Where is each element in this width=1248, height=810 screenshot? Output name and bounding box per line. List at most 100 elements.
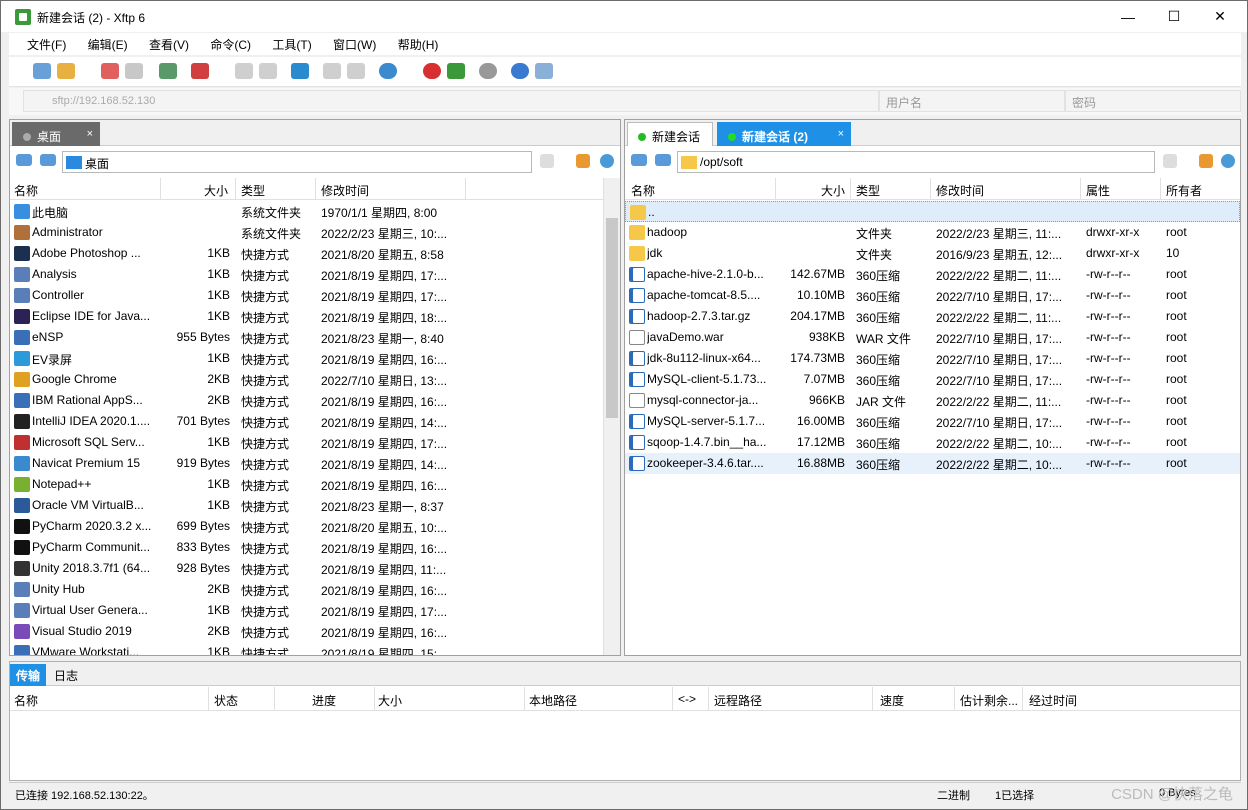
forward-arrow-icon[interactable] <box>40 154 56 166</box>
table-row[interactable]: eNSP 955 Bytes 快捷方式 2021/8/23 星期一, 8:40 <box>10 327 603 348</box>
tab-close-icon[interactable]: × <box>87 128 93 140</box>
menu-command[interactable]: 命令(C) <box>210 33 251 56</box>
scrollbar-thumb[interactable] <box>606 218 618 418</box>
tab-session-1[interactable]: 新建会话 <box>627 122 713 146</box>
properties-icon[interactable] <box>159 63 177 79</box>
refresh-icon[interactable] <box>1221 154 1235 168</box>
table-row[interactable]: Unity 2018.3.7f1 (64... 928 Bytes 快捷方式 2021… <box>10 558 603 579</box>
reconnect-icon[interactable] <box>125 63 143 79</box>
table-row[interactable]: MySQL-server-5.1.7... 16.00MB 360压缩 2022/7/… <box>625 411 1240 432</box>
transfer-icon[interactable] <box>191 63 209 79</box>
remote-path-input[interactable]: /opt/soft <box>677 151 1155 173</box>
menu-file[interactable]: 文件(F) <box>27 33 66 56</box>
disconnect-icon[interactable] <box>101 63 119 79</box>
table-row[interactable]: Adobe Photoshop ... 1KB 快捷方式 2021/8/20 星期五,… <box>10 243 603 264</box>
menu-help[interactable]: 帮助(H) <box>398 33 439 56</box>
table-row[interactable]: apache-tomcat-8.5.... 10.10MB 360压缩 2022/7/… <box>625 285 1240 306</box>
tab-close-icon[interactable]: × <box>838 128 844 140</box>
menu-window[interactable]: 窗口(W) <box>333 33 376 56</box>
col-size[interactable]: 大小 <box>204 182 228 199</box>
col-type[interactable]: 类型 <box>241 182 265 199</box>
back-arrow-icon[interactable] <box>16 154 32 166</box>
table-row[interactable]: zookeeper-3.4.6.tar.... 16.88MB 360压缩 2022/… <box>625 453 1240 474</box>
col-progress[interactable]: 进度 <box>312 692 336 709</box>
bookmark-star-icon[interactable] <box>1163 154 1177 168</box>
col-status[interactable]: 状态 <box>214 692 238 709</box>
home-icon[interactable] <box>1199 154 1213 168</box>
col-direction[interactable]: <-> <box>678 692 696 706</box>
minimize-button[interactable]: — <box>1105 1 1151 32</box>
table-row[interactable]: 此电脑 系统文件夹 1970/1/1 星期四, 8:00 <box>10 201 603 222</box>
help-icon[interactable] <box>511 63 529 79</box>
close-button[interactable]: ✕ <box>1197 1 1243 32</box>
table-row[interactable]: Microsoft SQL Serv... 1KB 快捷方式 2021/8/19 星期… <box>10 432 603 453</box>
col-owner[interactable]: 所有者 <box>1166 182 1202 199</box>
cut-icon[interactable] <box>323 63 341 79</box>
table-row[interactable]: PyCharm Communit... 833 Bytes 快捷方式 2021/8/1… <box>10 537 603 558</box>
table-row[interactable]: javaDemo.war 938KB WAR 文件 2022/7/10 星期日, 17… <box>625 327 1240 348</box>
chat-icon[interactable] <box>535 63 553 79</box>
table-row[interactable]: Analysis 1KB 快捷方式 2021/8/19 星期四, 17:... <box>10 264 603 285</box>
table-row[interactable]: Unity Hub 2KB 快捷方式 2021/8/19 星期四, 16:... <box>10 579 603 600</box>
table-row[interactable]: VMware Workstati... 1KB 快捷方式 2021/8/19 星期四,… <box>10 642 603 655</box>
local-path-input[interactable]: 桌面 <box>62 151 532 173</box>
col-elapsed[interactable]: 经过时间 <box>1029 692 1077 709</box>
col-speed[interactable]: 速度 <box>880 692 904 709</box>
home-icon[interactable] <box>576 154 590 168</box>
refresh-icon[interactable] <box>600 154 614 168</box>
tab-log[interactable]: 日志 <box>48 664 84 686</box>
xshell-icon[interactable] <box>423 63 441 79</box>
col-type[interactable]: 类型 <box>856 182 880 199</box>
table-row[interactable]: EV录屏 1KB 快捷方式 2021/8/19 星期四, 16:... <box>10 348 603 369</box>
bookmark-star-icon[interactable] <box>540 154 554 168</box>
table-row[interactable]: jdk 文件夹 2016/9/23 星期五, 12:... drwxr-xr-x 10 <box>625 243 1240 264</box>
delete-icon[interactable] <box>347 63 365 79</box>
col-name[interactable]: 名称 <box>14 692 38 709</box>
col-size[interactable]: 大小 <box>378 692 402 709</box>
copy-icon[interactable] <box>235 63 253 79</box>
col-remote-path[interactable]: 远程路径 <box>714 692 762 709</box>
table-row[interactable]: sqoop-1.4.7.bin__ha... 17.12MB 360压缩 2022/2… <box>625 432 1240 453</box>
menu-edit[interactable]: 编辑(E) <box>88 33 128 56</box>
tab-transfer[interactable]: 传输 <box>10 664 47 686</box>
table-row[interactable]: Visual Studio 2019 2KB 快捷方式 2021/8/19 星期四, … <box>10 621 603 642</box>
col-local-path[interactable]: 本地路径 <box>529 692 577 709</box>
table-row[interactable]: Notepad++ 1KB 快捷方式 2021/8/19 星期四, 16:... <box>10 474 603 495</box>
menu-tools[interactable]: 工具(T) <box>272 33 311 56</box>
forward-arrow-icon[interactable] <box>655 154 671 166</box>
tab-desktop[interactable]: 桌面 × <box>12 122 100 146</box>
col-name[interactable]: 名称 <box>14 182 38 199</box>
col-mtime[interactable]: 修改时间 <box>321 182 369 199</box>
open-folder-icon[interactable] <box>57 63 75 79</box>
menu-view[interactable]: 查看(V) <box>149 33 189 56</box>
table-row[interactable]: IntelliJ IDEA 2020.1.... 701 Bytes 快捷方式 202… <box>10 411 603 432</box>
col-attr[interactable]: 属性 <box>1086 182 1110 199</box>
tab-session-2[interactable]: 新建会话 (2) × <box>717 122 851 146</box>
host-address-input[interactable]: sftp://192.168.52.130 <box>23 90 879 112</box>
sync-icon[interactable] <box>291 63 309 79</box>
username-input[interactable]: 用户名 <box>879 90 1065 112</box>
table-row[interactable]: .. <box>625 201 1240 222</box>
table-row[interactable]: Google Chrome 2KB 快捷方式 2022/7/10 星期日, 13:..… <box>10 369 603 390</box>
paste-icon[interactable] <box>259 63 277 79</box>
col-name[interactable]: 名称 <box>631 182 655 199</box>
table-row[interactable]: Controller 1KB 快捷方式 2021/8/19 星期四, 17:... <box>10 285 603 306</box>
table-row[interactable]: MySQL-client-5.1.73... 7.07MB 360压缩 2022/7/… <box>625 369 1240 390</box>
back-arrow-icon[interactable] <box>631 154 647 166</box>
table-row[interactable]: mysql-connector-ja... 966KB JAR 文件 2022/2/2… <box>625 390 1240 411</box>
table-row[interactable]: apache-hive-2.1.0-b... 142.67MB 360压缩 2022/… <box>625 264 1240 285</box>
password-input[interactable]: 密码 <box>1065 90 1241 112</box>
table-row[interactable]: Oracle VM VirtualB... 1KB 快捷方式 2021/8/23 星期… <box>10 495 603 516</box>
maximize-button[interactable]: ☐ <box>1151 1 1197 32</box>
table-row[interactable]: Administrator 系统文件夹 2022/2/23 星期三, 10:... <box>10 222 603 243</box>
col-eta[interactable]: 估计剩余... <box>960 692 1018 709</box>
settings-gear-icon[interactable] <box>479 63 497 79</box>
table-row[interactable]: hadoop 文件夹 2022/2/23 星期三, 11:... drwxr-xr-x… <box>625 222 1240 243</box>
col-mtime[interactable]: 修改时间 <box>936 182 984 199</box>
globe-icon[interactable] <box>379 63 397 79</box>
xftp-icon[interactable] <box>447 63 465 79</box>
table-row[interactable]: Eclipse IDE for Java... 1KB 快捷方式 2021/8/19 … <box>10 306 603 327</box>
new-session-icon[interactable] <box>33 63 51 79</box>
col-size[interactable]: 大小 <box>821 182 845 199</box>
table-row[interactable]: Virtual User Genera... 1KB 快捷方式 2021/8/19 星… <box>10 600 603 621</box>
